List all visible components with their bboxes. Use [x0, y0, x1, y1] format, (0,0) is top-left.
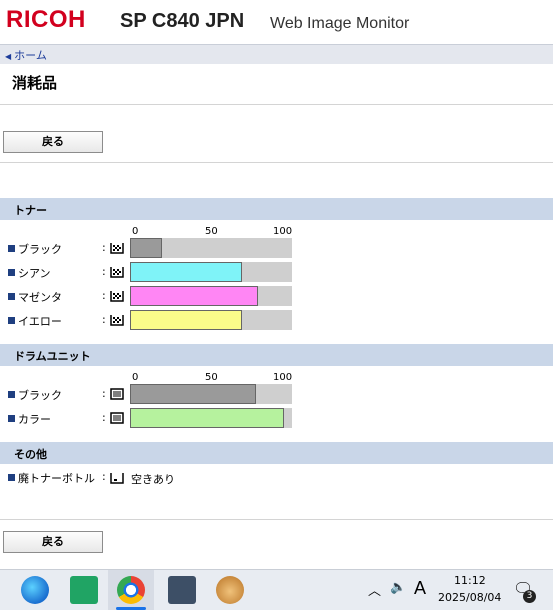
scale-label: 0 — [132, 372, 139, 383]
app-name: Web Image Monitor — [270, 15, 410, 32]
toner-level-bar — [130, 262, 292, 282]
colon: : — [102, 265, 106, 278]
toner-section-title: トナー — [14, 204, 47, 217]
drum-level-icon — [110, 412, 124, 424]
scale-label: 0 — [132, 226, 139, 237]
scale-label: 100 — [273, 226, 293, 237]
drum-level-bar — [130, 384, 292, 404]
toner-level-icon — [110, 290, 124, 302]
drum-level-fill — [130, 408, 284, 428]
clock-time[interactable]: 11:12 — [454, 574, 486, 587]
colon: : — [102, 289, 106, 302]
toner-level-icon — [110, 242, 124, 254]
drum-label: カラー — [18, 413, 51, 426]
toner-level-bar — [130, 286, 292, 306]
windows-taskbar: ︿ 🔈 A 11:12 2025/08/04 🗨 3 — [0, 569, 553, 610]
bullet-square — [8, 293, 15, 300]
home-link-label: ホーム — [14, 49, 47, 62]
toner-level-fill — [130, 310, 242, 330]
edge-browser-icon[interactable] — [21, 576, 49, 604]
toner-level-bar — [130, 238, 292, 258]
colon: : — [102, 241, 106, 254]
left-arrow-icon: ◀ — [5, 52, 12, 61]
drum-section-header: ドラムユニット — [0, 344, 553, 366]
back-button-bottom[interactable]: 戻る — [3, 531, 103, 553]
page-title: 消耗品 — [12, 74, 58, 92]
drum-label: ブラック — [18, 389, 62, 402]
toner-scale: 0 50 100 — [130, 226, 294, 238]
toner-level-fill — [130, 238, 162, 258]
drum-level-bar — [130, 408, 292, 428]
drum-level-fill — [130, 384, 256, 404]
bullet-square — [8, 474, 15, 481]
toner-section-header: トナー — [0, 198, 553, 220]
toner-level-icon — [110, 266, 124, 278]
divider — [0, 162, 553, 163]
model-name: SP C840 JPN — [120, 10, 245, 32]
toner-level-bar — [130, 310, 292, 330]
drum-scale: 0 50 100 — [130, 372, 294, 384]
colon: : — [102, 470, 106, 483]
toner-level-icon — [110, 314, 124, 326]
toner-label: イエロー — [18, 315, 62, 328]
waste-bottle-icon — [110, 472, 124, 484]
header: RICOH SP C840 JPN Web Image Monitor — [0, 0, 553, 44]
bullet-square — [8, 269, 15, 276]
divider — [0, 104, 553, 105]
ime-indicator[interactable]: A — [414, 578, 426, 599]
sheets-icon[interactable] — [70, 576, 98, 604]
scale-label: 50 — [205, 372, 218, 383]
bullet-square — [8, 391, 15, 398]
colon: : — [102, 387, 106, 400]
toner-label: マゼンタ — [18, 291, 62, 304]
toner-label: ブラック — [18, 243, 62, 256]
colon: : — [102, 411, 106, 424]
ricoh-logo: RICOH — [6, 6, 86, 33]
drum-level-icon — [110, 388, 124, 400]
toner-level-fill — [130, 286, 258, 306]
notification-count: 3 — [523, 590, 536, 603]
bullet-square — [8, 415, 15, 422]
back-button-top[interactable]: 戻る — [3, 131, 103, 153]
divider — [0, 519, 553, 520]
other-section-title: その他 — [14, 448, 47, 461]
paint-icon[interactable] — [216, 576, 244, 604]
speaker-icon[interactable]: 🔈 — [390, 580, 406, 595]
calculator-icon[interactable] — [168, 576, 196, 604]
waste-bottle-status: 空きあり — [131, 473, 175, 486]
home-link[interactable]: ◀ ホーム — [5, 47, 47, 63]
clock-date[interactable]: 2025/08/04 — [438, 591, 501, 604]
bullet-square — [8, 317, 15, 324]
scale-label: 100 — [273, 372, 293, 383]
colon: : — [102, 313, 106, 326]
bullet-square — [8, 245, 15, 252]
waste-bottle-label: 廃トナーボトル — [18, 472, 95, 485]
chevron-up-icon[interactable]: ︿ — [368, 580, 381, 599]
chrome-icon[interactable] — [117, 576, 145, 604]
drum-section-title: ドラムユニット — [14, 350, 91, 363]
toner-label: シアン — [18, 267, 51, 280]
breadcrumb-bar: ◀ ホーム — [0, 44, 553, 64]
scale-label: 50 — [205, 226, 218, 237]
other-section-header: その他 — [0, 442, 553, 464]
toner-level-fill — [130, 262, 242, 282]
